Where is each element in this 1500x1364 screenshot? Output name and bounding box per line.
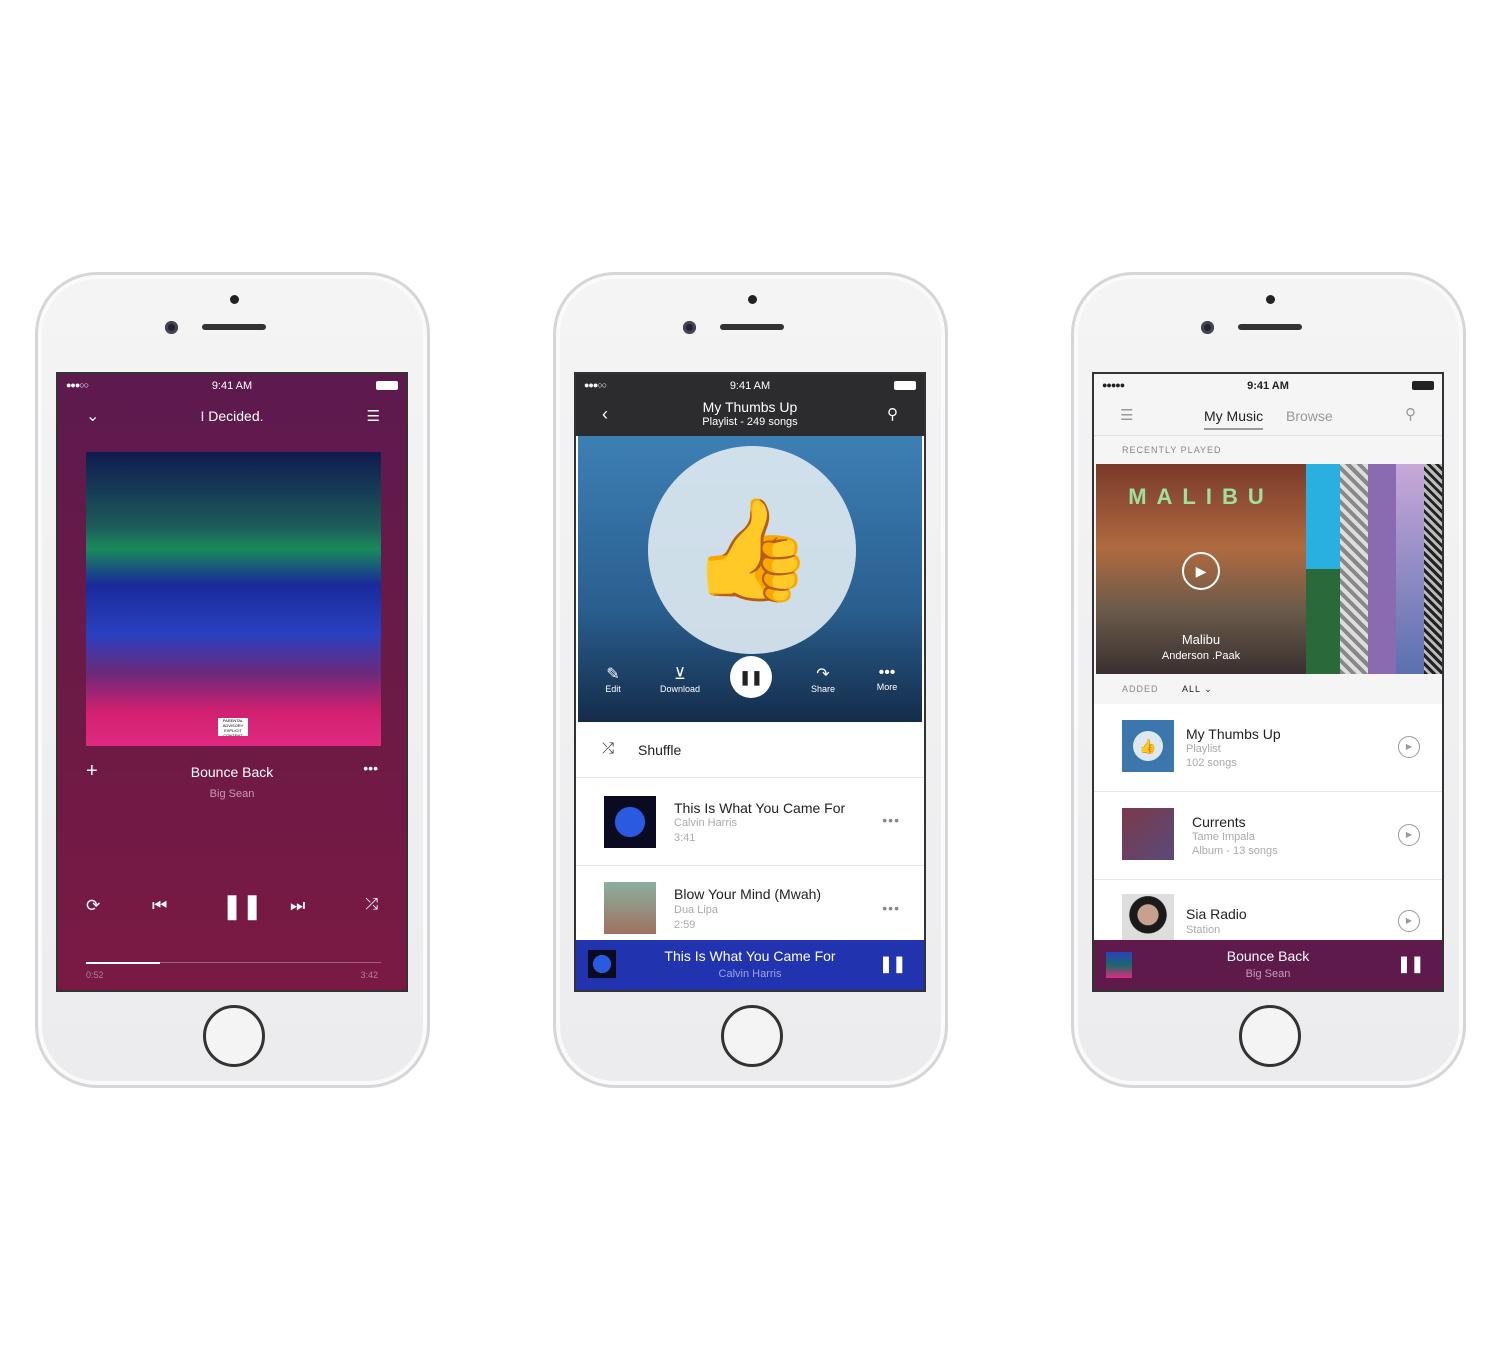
- status-bar: ●●●○○ 9:41 AM: [58, 374, 406, 398]
- progress-slider[interactable]: [86, 962, 381, 964]
- section-label: RECENTLY PLAYED: [1122, 445, 1222, 455]
- progress-fill: [86, 962, 160, 964]
- repeat-icon[interactable]: ⟳: [86, 896, 100, 916]
- library-item[interactable]: 👍 My Thumbs Up Playlist 102 songs ▶: [1094, 704, 1442, 792]
- artist-name: Big Sean: [209, 788, 255, 800]
- my-music-screen: ●●●●● 9:41 AM ☰ My Music Browse ⚲ RECENTL…: [1092, 372, 1444, 992]
- album-thumbnail: [604, 796, 656, 848]
- search-icon[interactable]: ⚲: [1405, 405, 1416, 423]
- album-card[interactable]: [1340, 464, 1368, 674]
- thumbs-up-icon: 👍: [648, 446, 856, 654]
- filter-dropdown[interactable]: ALL ⌄: [1182, 684, 1213, 695]
- more-icon[interactable]: •••: [882, 812, 900, 828]
- status-bar: ●●●○○ 9:41 AM: [576, 374, 924, 398]
- queue-icon[interactable]: ☰: [367, 407, 380, 425]
- playlist-screen: ●●●○○ 9:41 AM ‹ My Thumbs Up Playlist - 2…: [574, 372, 926, 992]
- album-card[interactable]: [1424, 464, 1442, 674]
- album-title: I Decided.: [200, 408, 264, 424]
- filter-label: ADDED: [1122, 684, 1159, 694]
- home-button[interactable]: [1239, 1005, 1301, 1067]
- status-bar: ●●●●● 9:41 AM: [1094, 374, 1442, 398]
- album-art-text: MALIBU: [1128, 484, 1274, 509]
- battery-icon: [1412, 381, 1434, 390]
- play-icon[interactable]: ▶: [1398, 910, 1420, 932]
- album-thumbnail: 👍: [1122, 720, 1174, 772]
- pause-icon[interactable]: ❚❚: [1397, 954, 1424, 974]
- album-card[interactable]: [1368, 464, 1396, 674]
- library-item[interactable]: Currents Tame Impala Album - 13 songs ▶: [1094, 792, 1442, 880]
- album-thumbnail: [1122, 808, 1174, 860]
- track-row[interactable]: This Is What You Came For Calvin Harris …: [576, 778, 924, 866]
- next-icon[interactable]: ⏭: [290, 896, 305, 916]
- play-icon[interactable]: ▶: [1182, 552, 1220, 590]
- parental-advisory-label: PARENTAL ADVISORY EXPLICIT CONTENT: [218, 718, 248, 736]
- tab-browse[interactable]: Browse: [1286, 408, 1333, 424]
- shuffle-icon[interactable]: ⤮: [365, 896, 378, 914]
- shuffle-icon: ⤮: [602, 740, 615, 757]
- share-button[interactable]: ↷ Share: [808, 664, 838, 694]
- featured-album-card[interactable]: MALIBU ▶ Malibu Anderson .Paak: [1096, 464, 1306, 674]
- previous-icon[interactable]: ⏮: [152, 896, 167, 916]
- download-button[interactable]: ⊻ Download: [658, 664, 702, 694]
- shuffle-row[interactable]: ⤮ Shuffle: [576, 722, 924, 778]
- more-icon[interactable]: •••: [363, 760, 378, 776]
- tab-my-music[interactable]: My Music: [1204, 408, 1264, 430]
- album-card[interactable]: [1306, 464, 1340, 674]
- edit-button[interactable]: ✎ Edit: [598, 664, 628, 694]
- chevron-down-icon: ⌄: [1204, 684, 1213, 694]
- album-thumbnail: [604, 882, 656, 934]
- pause-icon[interactable]: ❚❚: [879, 954, 906, 974]
- mini-player[interactable]: Bounce Back Big Sean ❚❚: [1094, 940, 1442, 990]
- elapsed-time: 0:52: [86, 970, 104, 980]
- more-button[interactable]: ••• More: [872, 664, 902, 692]
- search-icon[interactable]: ⚲: [887, 405, 898, 423]
- now-playing-screen: ●●●○○ 9:41 AM ⌄ I Decided. ☰ PARENTAL ADV…: [56, 372, 408, 992]
- playlist-cover: 👍 ❚❚: [578, 436, 922, 722]
- play-pause-button[interactable]: ❚❚: [730, 656, 772, 698]
- menu-icon[interactable]: ☰: [1120, 406, 1133, 424]
- song-title: Bounce Back: [190, 764, 274, 780]
- play-icon[interactable]: ▶: [1398, 824, 1420, 846]
- home-button[interactable]: [721, 1005, 783, 1067]
- album-art: PARENTAL ADVISORY EXPLICIT CONTENT: [86, 452, 381, 746]
- play-icon[interactable]: ▶: [1398, 736, 1420, 758]
- pause-icon[interactable]: ❚❚: [222, 892, 262, 921]
- battery-icon: [894, 381, 916, 390]
- total-time: 3:42: [360, 970, 378, 980]
- more-icon[interactable]: •••: [882, 900, 900, 916]
- album-thumbnail: [1122, 894, 1174, 946]
- playlist-subtitle: Playlist - 249 songs: [702, 416, 798, 428]
- mini-player[interactable]: This Is What You Came For Calvin Harris …: [576, 940, 924, 990]
- home-button[interactable]: [203, 1005, 265, 1067]
- playlist-title: My Thumbs Up: [702, 399, 798, 415]
- album-card[interactable]: [1396, 464, 1424, 674]
- battery-icon: [376, 381, 398, 390]
